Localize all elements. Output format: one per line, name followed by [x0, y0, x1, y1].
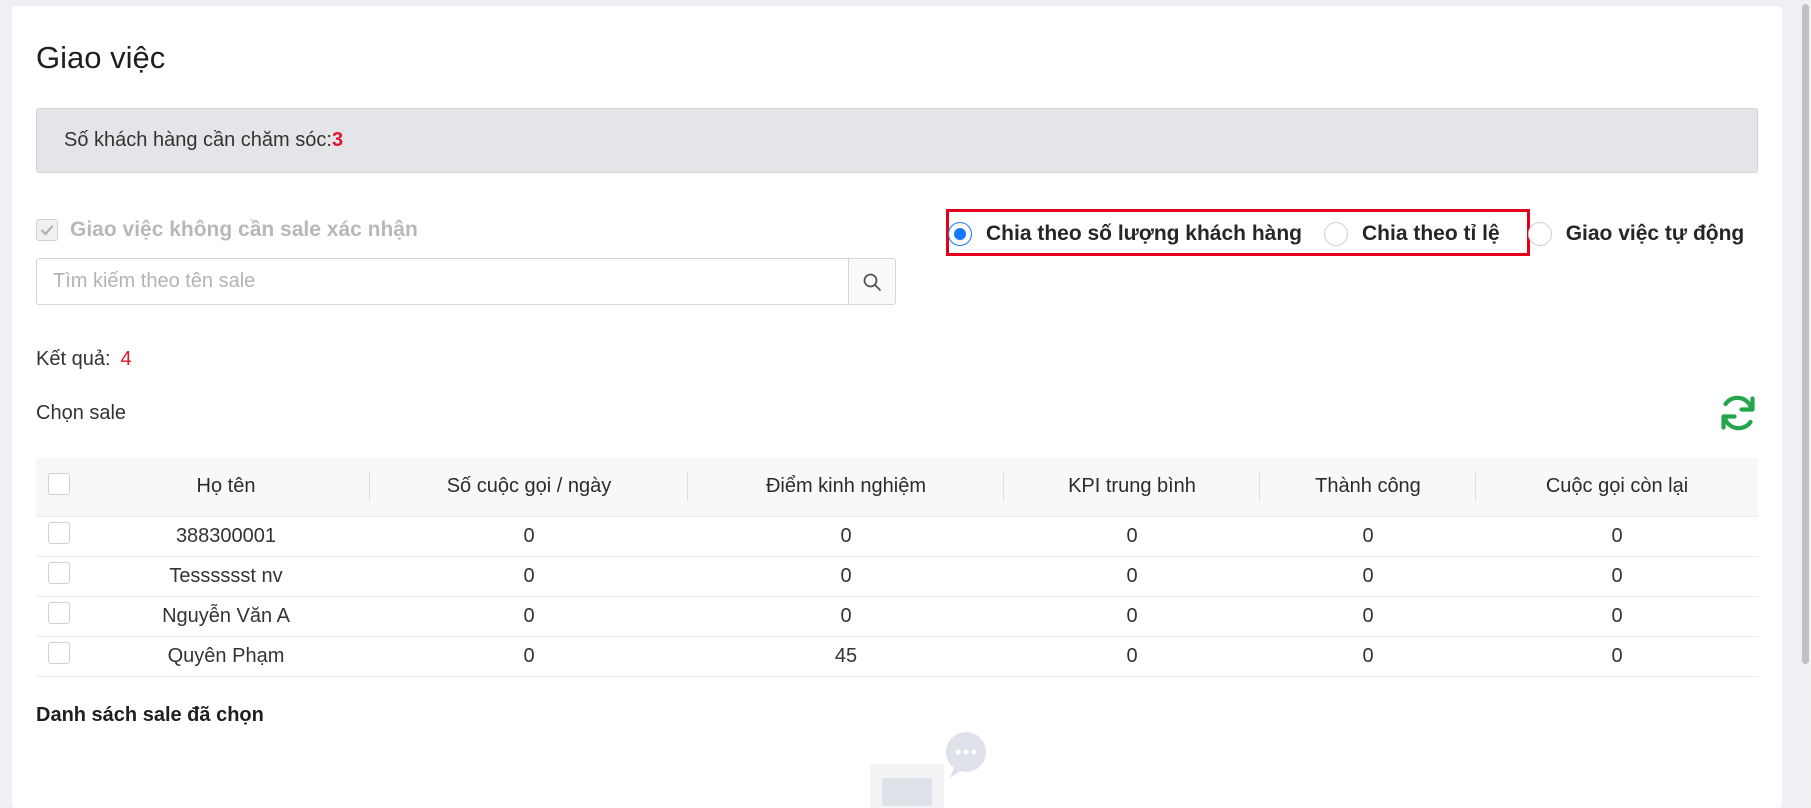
radio-label: Chia theo số lượng khách hàng — [986, 222, 1302, 245]
cell-success: 0 — [1260, 556, 1476, 597]
refresh-icon — [1721, 395, 1755, 431]
table-row[interactable]: Tesssssst nv 0 0 0 0 0 — [36, 556, 1758, 597]
empty-state-icon — [870, 732, 986, 808]
result-count: Kết quả: 4 — [36, 348, 132, 371]
check-icon[interactable] — [36, 219, 58, 241]
row-check-cell — [36, 636, 82, 677]
search-icon — [863, 273, 881, 291]
table-row[interactable]: Nguyễn Văn A 0 0 0 0 0 — [36, 596, 1758, 637]
customer-count-value: 3 — [331, 129, 344, 151]
selected-sales-title: Danh sách sale đã chọn — [36, 704, 264, 726]
cell-experience: 0 — [688, 596, 1004, 637]
cell-experience: 0 — [688, 516, 1004, 557]
sales-table: Họ tên Số cuộc gọi / ngày Điểm kinh nghi… — [36, 458, 1758, 677]
row-check-cell — [36, 516, 82, 557]
cell-remaining: 0 — [1476, 636, 1758, 677]
cell-name: 388300001 — [82, 516, 370, 557]
cell-calls: 0 — [370, 556, 688, 597]
no-confirm-label: Giao việc không cần sale xác nhận — [70, 218, 418, 241]
cell-success: 0 — [1260, 636, 1476, 677]
cell-kpi: 0 — [1004, 556, 1260, 597]
row-check-cell — [36, 556, 82, 597]
header-name[interactable]: Họ tên — [82, 458, 370, 517]
radio-by-ratio[interactable]: Chia theo tỉ lệ — [1324, 222, 1500, 246]
cell-kpi: 0 — [1004, 636, 1260, 677]
row-checkbox[interactable] — [48, 602, 70, 624]
distribution-radio-group: Chia theo số lượng khách hàng Chia theo … — [948, 210, 1766, 258]
cell-remaining: 0 — [1476, 556, 1758, 597]
cell-name: Quyên Phạm — [82, 636, 370, 677]
radio-label: Chia theo tỉ lệ — [1362, 222, 1500, 245]
cell-kpi: 0 — [1004, 516, 1260, 557]
cell-kpi: 0 — [1004, 596, 1260, 637]
page-scrollbar[interactable] — [1800, 0, 1811, 808]
cell-success: 0 — [1260, 516, 1476, 557]
radio-label: Giao việc tự động — [1565, 222, 1745, 245]
cell-experience: 45 — [688, 636, 1004, 677]
cell-calls: 0 — [370, 636, 688, 677]
search-input[interactable] — [36, 258, 848, 305]
radio-button[interactable] — [1527, 222, 1552, 246]
table-row[interactable]: Quyên Phạm 0 45 0 0 0 — [36, 636, 1758, 677]
customer-count-label: Số khách hàng cần chăm sóc: — [64, 129, 332, 151]
cell-calls: 0 — [370, 516, 688, 557]
assign-task-panel: Giao việc Số khách hàng cần chăm sóc:3 G… — [12, 6, 1782, 808]
row-checkbox[interactable] — [48, 642, 70, 664]
choose-sale-label: Chọn sale — [36, 402, 127, 424]
search-button[interactable] — [848, 258, 896, 305]
select-all-cell — [36, 458, 82, 517]
header-calls-per-day[interactable]: Số cuộc gọi / ngày — [370, 458, 688, 517]
radio-button[interactable] — [1324, 222, 1348, 246]
cell-remaining: 0 — [1476, 516, 1758, 557]
result-label: Kết quả: — [36, 348, 111, 370]
row-checkbox[interactable] — [48, 562, 70, 584]
header-success[interactable]: Thành công — [1260, 458, 1476, 517]
cell-experience: 0 — [688, 556, 1004, 597]
radio-auto-assign[interactable]: Giao việc tự động — [1527, 222, 1745, 246]
table-header-row: Họ tên Số cuộc gọi / ngày Điểm kinh nghi… — [36, 458, 1758, 517]
page-title: Giao việc — [36, 40, 166, 75]
row-checkbox[interactable] — [48, 522, 70, 544]
cell-name: Nguyễn Văn A — [82, 596, 370, 637]
radio-button-checked[interactable] — [948, 222, 972, 246]
radio-by-customer-count[interactable]: Chia theo số lượng khách hàng — [948, 222, 1302, 246]
customer-count-bar: Số khách hàng cần chăm sóc:3 — [36, 108, 1758, 173]
cell-name: Tesssssst nv — [82, 556, 370, 597]
scrollbar-thumb[interactable] — [1802, 4, 1809, 664]
table-row[interactable]: 388300001 0 0 0 0 0 — [36, 516, 1758, 557]
no-confirm-checkbox[interactable]: Giao việc không cần sale xác nhận — [36, 218, 418, 242]
header-remaining-calls[interactable]: Cuộc gọi còn lại — [1476, 458, 1758, 517]
row-check-cell — [36, 596, 82, 637]
refresh-button[interactable] — [1716, 391, 1760, 435]
header-experience[interactable]: Điểm kinh nghiệm — [688, 458, 1004, 517]
result-value: 4 — [120, 348, 132, 370]
header-avg-kpi[interactable]: KPI trung bình — [1004, 458, 1260, 517]
cell-success: 0 — [1260, 596, 1476, 637]
sale-search — [36, 258, 896, 305]
cell-calls: 0 — [370, 596, 688, 637]
cell-remaining: 0 — [1476, 596, 1758, 637]
select-all-checkbox[interactable] — [48, 472, 70, 495]
